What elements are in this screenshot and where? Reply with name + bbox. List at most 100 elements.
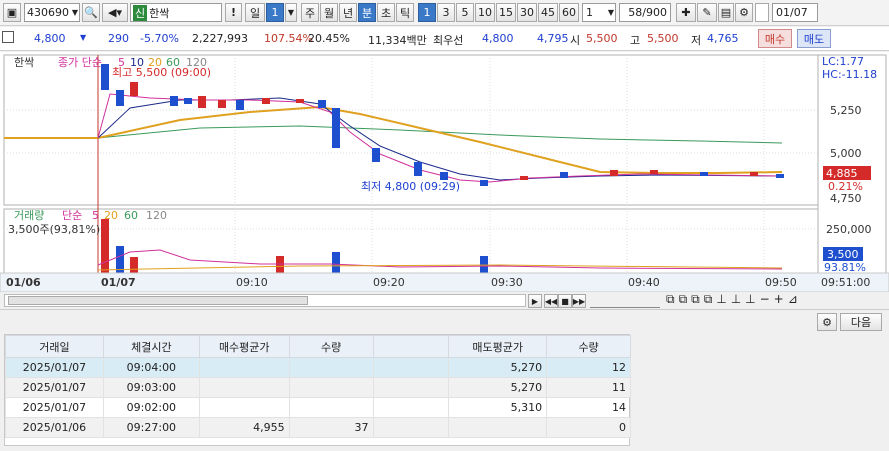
- alert-button[interactable]: !: [225, 3, 242, 22]
- x-time-label: 09:10: [236, 276, 268, 289]
- trade-time: 09:04:00: [102, 357, 200, 378]
- price-tick: 5,000: [830, 147, 862, 160]
- minute-opt-3[interactable]: 3: [437, 3, 455, 22]
- stock-code-input[interactable]: 430690 ▼: [24, 3, 80, 22]
- tab-week[interactable]: 주: [301, 3, 319, 22]
- forward-icon[interactable]: ▶▶: [572, 294, 586, 308]
- scroll-thumb[interactable]: [8, 296, 308, 305]
- minute-opt-45[interactable]: 45: [538, 3, 558, 22]
- price-tick: 5,250: [830, 104, 862, 117]
- x-date-label: 01/06: [6, 276, 41, 289]
- volume-tick: 250,000: [826, 223, 872, 236]
- chevron-down-icon[interactable]: ▼: [72, 8, 78, 17]
- credit-badge: 신: [133, 4, 148, 21]
- table-row[interactable]: 2025/01/07 09:04:00 5,270 12: [5, 357, 631, 378]
- tab-year[interactable]: 년: [339, 3, 357, 22]
- minute-opt-60[interactable]: 60: [559, 3, 579, 22]
- volume-info: 3,500주(93,81%): [8, 223, 100, 236]
- lc-label: LC:1.77: [822, 55, 864, 68]
- candle-icon[interactable]: ✚: [676, 3, 696, 22]
- col-header[interactable]: [372, 335, 450, 358]
- next-button[interactable]: 다음: [840, 313, 882, 331]
- tab-month[interactable]: 월: [320, 3, 338, 22]
- window-icon[interactable]: ▣: [3, 3, 21, 22]
- best-ask: 4,800: [482, 32, 514, 45]
- sell-qty: 12: [546, 357, 631, 378]
- price-chart[interactable]: LC:1.77 HC:-11.18 5,250 5,000 4,885 0.21…: [0, 52, 889, 292]
- low-label: 저: [691, 34, 702, 47]
- buy-qty: [288, 357, 374, 378]
- period-day-button[interactable]: 일: [245, 3, 265, 22]
- volume-ma-120-label: 120: [146, 209, 167, 222]
- table-row[interactable]: 2025/01/06 09:27:00 4,955 37 0: [5, 417, 631, 438]
- range-field[interactable]: 58/900: [619, 3, 671, 22]
- col-header[interactable]: 체결시간: [102, 335, 200, 358]
- buy-qty: 37: [288, 417, 374, 438]
- period-number[interactable]: 1: [266, 3, 284, 22]
- col-header[interactable]: 거래일: [5, 335, 104, 358]
- settings-icon[interactable]: ⚙: [817, 313, 837, 331]
- chevron-down-icon[interactable]: ▼: [285, 3, 297, 22]
- x-end-label: 09:51:00: [821, 276, 870, 289]
- count-select[interactable]: 1 ▼: [582, 3, 616, 22]
- rewind-icon[interactable]: ◀◀: [544, 294, 558, 308]
- date-checkbox[interactable]: [755, 3, 769, 22]
- table-row[interactable]: 2025/01/07 09:02:00 5,310 14: [5, 397, 631, 418]
- sell-qty: 0: [546, 417, 631, 438]
- x-time-label: 09:50: [765, 276, 797, 289]
- speaker-icon[interactable]: ◀▾: [102, 3, 128, 22]
- trade-time: 09:03:00: [102, 377, 200, 398]
- zoom-slider[interactable]: [590, 294, 660, 308]
- buy-qty: [288, 397, 374, 418]
- sell-button[interactable]: 매도: [797, 29, 831, 48]
- tab-minute[interactable]: 분: [358, 3, 376, 22]
- trade-table: 거래일 체결시간 매수평균가 수량 매도평균가 수량 2025/01/07 09…: [5, 335, 631, 438]
- stop-icon[interactable]: ■: [558, 294, 572, 308]
- high-price: 5,500: [647, 32, 679, 45]
- min-price-label: 최저 4,800 (09:29): [361, 180, 460, 193]
- col-header[interactable]: 매도평균가: [448, 335, 548, 358]
- price-axis: [817, 54, 887, 274]
- col-header[interactable]: 매수평균가: [198, 335, 290, 358]
- draw-tool-icon[interactable]: ✎: [697, 3, 717, 22]
- col-header[interactable]: 수량: [546, 335, 631, 358]
- expand-icon[interactable]: [2, 31, 14, 43]
- chart-tools-icons[interactable]: ⧉⧉⧉⧉⊥⊥⊥−+⊿: [666, 292, 802, 307]
- trade-date: 2025/01/07: [5, 357, 104, 378]
- x-time-label: 09:30: [491, 276, 523, 289]
- settings-icon[interactable]: ⚙: [735, 3, 753, 22]
- volume-ma-20-label: 20: [104, 209, 118, 222]
- date-field[interactable]: 01/07: [772, 3, 818, 22]
- search-icon[interactable]: 🔍: [82, 3, 100, 22]
- x-date-label: 01/07: [101, 276, 136, 289]
- low-price: 4,765: [707, 32, 739, 45]
- minute-opt-10[interactable]: 10: [475, 3, 495, 22]
- minute-opt-30[interactable]: 30: [517, 3, 537, 22]
- table-row[interactable]: 2025/01/07 09:03:00 5,270 11: [5, 377, 631, 398]
- blank-cell: [372, 357, 450, 378]
- tab-second[interactable]: 초: [377, 3, 395, 22]
- scroll-right-icon[interactable]: ▶: [528, 294, 542, 308]
- minute-opt-15[interactable]: 15: [496, 3, 516, 22]
- buy-avg: [198, 377, 290, 398]
- volume-rate: 93.81%: [824, 261, 866, 274]
- sell-qty: 11: [546, 377, 631, 398]
- buy-avg: [198, 357, 290, 378]
- minute-opt-1[interactable]: 1: [418, 3, 436, 22]
- hc-label: HC:-11.18: [822, 68, 877, 81]
- minute-opt-5[interactable]: 5: [456, 3, 474, 22]
- buy-button[interactable]: 매수: [758, 29, 792, 48]
- sell-avg: 5,310: [448, 397, 548, 418]
- save-icon[interactable]: ▤: [718, 3, 734, 22]
- chart-scrollbar[interactable]: [4, 294, 526, 307]
- volume-ratio: 107.54%: [264, 32, 313, 45]
- chevron-down-icon[interactable]: ▼: [608, 8, 614, 17]
- chart-legend-ma: 종가 단순: [58, 56, 102, 69]
- buy-avg: 4,955: [198, 417, 290, 438]
- chart-scroll-row: ▶ ◀◀ ■ ▶▶ ⧉⧉⧉⧉⊥⊥⊥−+⊿: [0, 292, 889, 310]
- tab-tick[interactable]: 틱: [396, 3, 414, 22]
- stock-name-field[interactable]: 신 한싹: [130, 3, 222, 22]
- sell-avg: [448, 417, 548, 438]
- col-header[interactable]: 수량: [288, 335, 374, 358]
- trade-amount: 11,334백만: [368, 34, 427, 47]
